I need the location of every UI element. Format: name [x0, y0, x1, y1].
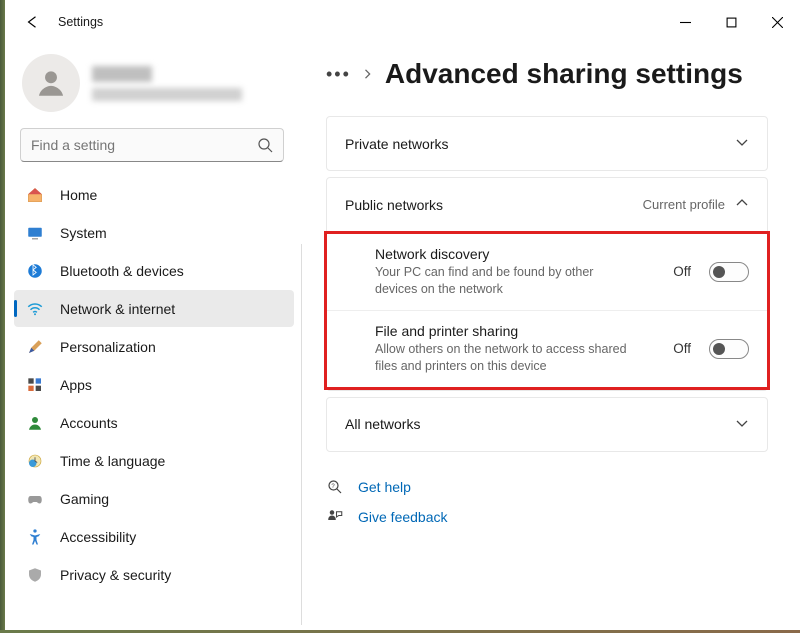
- breadcrumb-overflow-icon[interactable]: •••: [326, 64, 351, 85]
- link-label[interactable]: Get help: [358, 479, 411, 495]
- sidebar-item-personalization[interactable]: Personalization: [14, 328, 294, 365]
- network-discovery-toggle[interactable]: [709, 262, 749, 282]
- sidebar-item-accounts[interactable]: Accounts: [14, 404, 294, 441]
- maximize-button[interactable]: [708, 6, 754, 38]
- nav-label: Apps: [60, 377, 92, 393]
- nav-label: Home: [60, 187, 97, 203]
- help-icon: ?: [326, 478, 344, 496]
- nav-label: System: [60, 225, 107, 241]
- home-icon: [26, 186, 44, 204]
- sidebar-item-time[interactable]: Time & language: [14, 442, 294, 479]
- sidebar-item-home[interactable]: Home: [14, 176, 294, 213]
- breadcrumb: ••• Advanced sharing settings: [326, 52, 768, 96]
- nav-label: Accounts: [60, 415, 118, 431]
- chevron-down-icon: [735, 135, 749, 152]
- footer-links: ? Get help Give feedback: [326, 478, 768, 526]
- titlebar: Settings: [0, 0, 800, 44]
- feedback-icon: [326, 508, 344, 526]
- close-button[interactable]: [754, 6, 800, 38]
- sidebar-item-network[interactable]: Network & internet: [14, 290, 294, 327]
- back-icon[interactable]: [24, 14, 40, 30]
- section-label: Private networks: [345, 136, 448, 152]
- nav-label: Privacy & security: [60, 567, 171, 583]
- section-private-networks[interactable]: Private networks: [326, 116, 768, 171]
- nav-label: Time & language: [60, 453, 165, 469]
- wifi-icon: [26, 300, 44, 318]
- apps-icon: [26, 376, 44, 394]
- chevron-down-icon: [735, 416, 749, 433]
- section-label: All networks: [345, 416, 420, 432]
- toggle-state: Off: [673, 341, 691, 356]
- section-label: Public networks: [345, 197, 443, 213]
- row-network-discovery: Network discovery Your PC can find and b…: [327, 234, 767, 310]
- accessibility-icon: [26, 528, 44, 546]
- nav-label: Personalization: [60, 339, 156, 355]
- row-title: Network discovery: [375, 246, 663, 262]
- sidebar-item-privacy[interactable]: Privacy & security: [14, 556, 294, 593]
- row-file-printer-sharing: File and printer sharing Allow others on…: [327, 310, 767, 387]
- section-sublabel: Current profile: [643, 197, 725, 212]
- sidebar-divider: [301, 244, 302, 625]
- nav-label: Network & internet: [60, 301, 175, 317]
- sidebar-item-bluetooth[interactable]: Bluetooth & devices: [14, 252, 294, 289]
- person-icon: [26, 414, 44, 432]
- file-printer-sharing-toggle[interactable]: [709, 339, 749, 359]
- section-public-networks: Public networks Current profile Network …: [326, 177, 768, 391]
- clock-globe-icon: [26, 452, 44, 470]
- section-all-networks[interactable]: All networks: [326, 397, 768, 452]
- bluetooth-icon: [26, 262, 44, 280]
- main-content: ••• Advanced sharing settings Private ne…: [302, 44, 800, 633]
- account-block[interactable]: [14, 44, 302, 128]
- chevron-right-icon: [363, 66, 373, 82]
- sidebar-item-accessibility[interactable]: Accessibility: [14, 518, 294, 555]
- row-desc: Your PC can find and be found by other d…: [375, 264, 635, 298]
- avatar-icon: [22, 54, 80, 112]
- window-controls: [662, 6, 800, 38]
- highlight-box: Network discovery Your PC can find and b…: [324, 231, 770, 390]
- sidebar: Home System Bluetooth & devices Network …: [0, 44, 302, 633]
- shield-icon: [26, 566, 44, 584]
- sidebar-item-gaming[interactable]: Gaming: [14, 480, 294, 517]
- nav-list: Home System Bluetooth & devices Network …: [14, 176, 302, 601]
- paintbrush-icon: [26, 338, 44, 356]
- chevron-up-icon: [735, 196, 749, 213]
- search-icon: [257, 137, 273, 153]
- row-title: File and printer sharing: [375, 323, 663, 339]
- link-label[interactable]: Give feedback: [358, 509, 448, 525]
- search-input[interactable]: [20, 128, 284, 162]
- feedback-link[interactable]: Give feedback: [326, 508, 768, 526]
- page-title: Advanced sharing settings: [385, 58, 743, 90]
- gamepad-icon: [26, 490, 44, 508]
- nav-label: Accessibility: [60, 529, 136, 545]
- nav-label: Bluetooth & devices: [60, 263, 184, 279]
- sidebar-item-apps[interactable]: Apps: [14, 366, 294, 403]
- account-name-redacted: [92, 66, 242, 101]
- sidebar-item-system[interactable]: System: [14, 214, 294, 251]
- window-title: Settings: [58, 15, 103, 29]
- nav-label: Gaming: [60, 491, 109, 507]
- search-field[interactable]: [31, 137, 257, 153]
- system-icon: [26, 224, 44, 242]
- toggle-state: Off: [673, 264, 691, 279]
- minimize-button[interactable]: [662, 6, 708, 38]
- section-public-header[interactable]: Public networks Current profile: [327, 178, 767, 231]
- row-desc: Allow others on the network to access sh…: [375, 341, 635, 375]
- get-help-link[interactable]: ? Get help: [326, 478, 768, 496]
